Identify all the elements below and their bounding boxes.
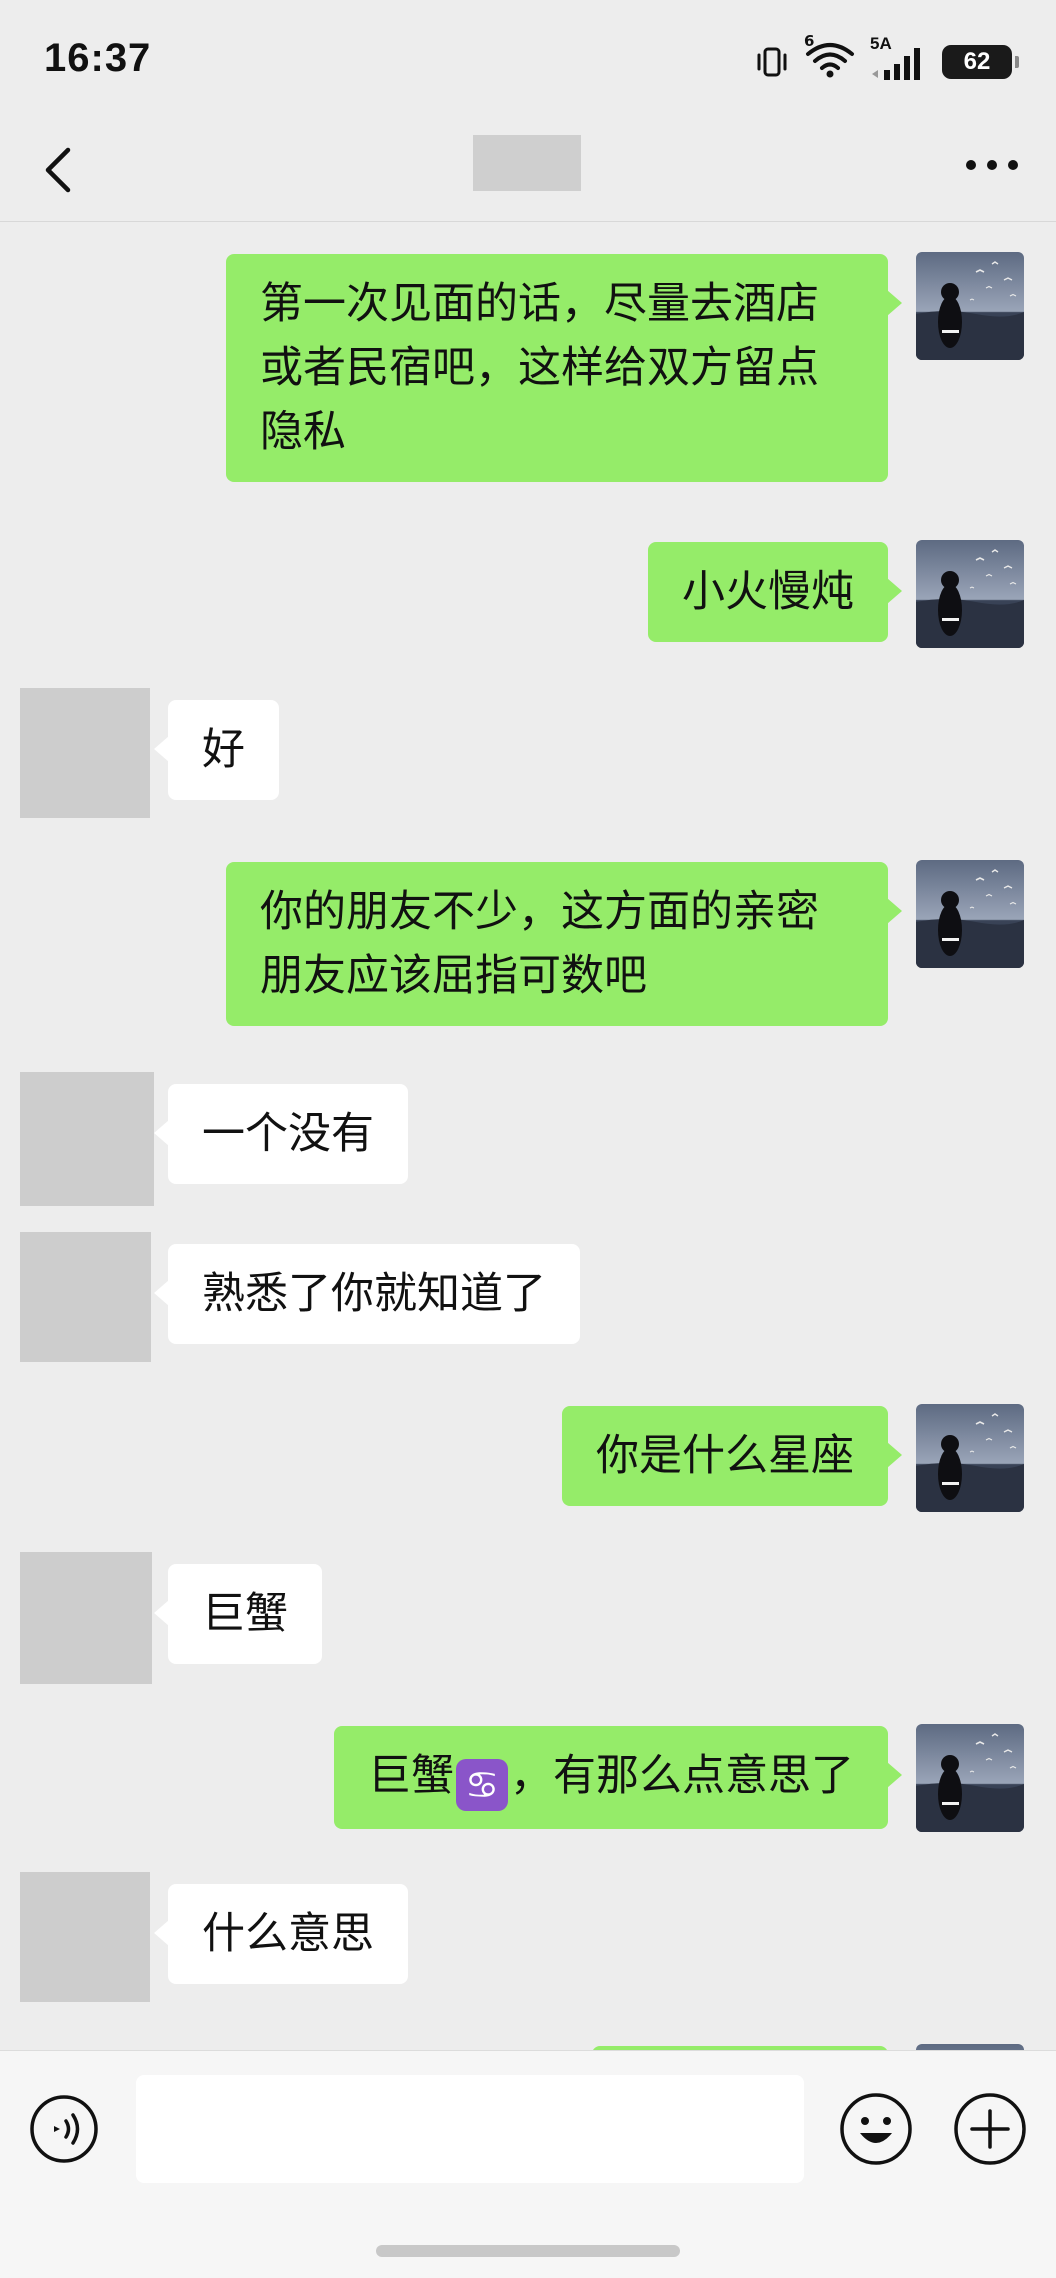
my-avatar[interactable]: [916, 252, 1024, 360]
chevron-left-icon[interactable]: [40, 142, 80, 198]
status-bar: 16:37 6 5A 62: [0, 0, 1056, 120]
battery-icon: 62: [942, 45, 1019, 79]
sent-bubble[interactable]: 巨蟹 ♋ ，有那么点意思了: [334, 1726, 902, 1829]
chat-header: [0, 120, 1056, 222]
message-row-sent: 第一次见面的话，尽量去酒店或者民宿吧，这样给双方留点隐私: [0, 252, 1056, 496]
message-text: 你的朋友不少，这方面的亲密朋友应该屈指可数吧: [260, 887, 819, 1001]
message-text: 一个没有: [202, 1109, 374, 1159]
message-row-sent: 巨蟹 ♋ ，有那么点意思了: [0, 1724, 1056, 1842]
contact-avatar-redacted[interactable]: [20, 688, 150, 818]
dot: [987, 160, 997, 170]
status-icons: 6 5A 62: [754, 32, 1019, 84]
my-avatar[interactable]: [916, 540, 1024, 648]
network-label: 5A: [870, 34, 892, 53]
my-avatar[interactable]: [916, 1724, 1024, 1832]
vibrate-icon: [757, 47, 787, 77]
message-row-sent: 你是什么星座: [0, 1404, 1056, 1522]
message-text: 你是什么星座: [596, 1431, 854, 1481]
message-text: 什么意思: [202, 1909, 374, 1959]
sent-bubble[interactable]: 你的朋友不少，这方面的亲密朋友应该屈指可数吧: [226, 862, 902, 1026]
message-list[interactable]: 第一次见面的话，尽量去酒店或者民宿吧，这样给双方留点隐私 小火慢炖 好 你的朋友…: [0, 222, 1056, 2050]
message-row-received: 熟悉了你就知道了: [0, 1232, 1056, 1362]
received-bubble[interactable]: 巨蟹: [154, 1564, 322, 1664]
message-text: 小火慢炖: [682, 567, 854, 617]
message-row-received: 一个没有: [0, 1072, 1056, 1206]
cellular-signal: 5A: [870, 34, 928, 84]
contact-avatar-redacted[interactable]: [20, 1872, 150, 2002]
received-bubble[interactable]: 熟悉了你就知道了: [154, 1244, 580, 1344]
battery-level: 62: [963, 48, 991, 75]
my-avatar[interactable]: [916, 860, 1024, 968]
received-bubble[interactable]: 好: [154, 700, 279, 800]
wifi-label: 6: [804, 32, 815, 50]
battery-tip: [1015, 56, 1019, 68]
cancer-zodiac-emoji: ♋: [456, 1759, 508, 1811]
sent-bubble[interactable]: 你是什么星座: [562, 1406, 902, 1506]
dot: [966, 160, 976, 170]
message-input[interactable]: [136, 2075, 804, 2183]
contact-avatar-redacted[interactable]: [20, 1552, 152, 1684]
message-text: 巨蟹: [368, 1751, 454, 1801]
message-text: 第一次见面的话，尽量去酒店或者民宿吧，这样给双方留点隐私: [260, 279, 819, 457]
message-row-received: 什么意思: [0, 1872, 1056, 2002]
input-bar: [0, 2050, 1056, 2278]
dot: [1008, 160, 1018, 170]
received-bubble[interactable]: 一个没有: [154, 1084, 408, 1184]
my-avatar[interactable]: [916, 1404, 1024, 1512]
received-bubble[interactable]: 什么意思: [154, 1884, 408, 1984]
contact-avatar-redacted[interactable]: [20, 1072, 154, 1206]
more-dots-icon[interactable]: [966, 158, 1018, 172]
sent-bubble[interactable]: 小火慢炖: [648, 542, 902, 642]
contact-name-redacted: [473, 135, 581, 191]
home-indicator[interactable]: [376, 2245, 680, 2257]
contact-avatar-redacted[interactable]: [20, 1232, 151, 1362]
sent-bubble[interactable]: 第一次见面的话，尽量去酒店或者民宿吧，这样给双方留点隐私: [226, 254, 902, 482]
message-row-sent: 你的朋友不少，这方面的亲密朋友应该屈指可数吧: [0, 860, 1056, 1042]
message-text: 熟悉了你就知道了: [202, 1269, 546, 1319]
message-row-received: 巨蟹: [0, 1552, 1056, 1684]
message-text: 好: [202, 725, 245, 775]
message-text: ，有那么点意思了: [510, 1751, 854, 1801]
emoji-icon[interactable]: [838, 2091, 914, 2167]
status-time: 16:37: [44, 36, 152, 80]
voice-icon[interactable]: [28, 2093, 100, 2165]
message-text: 巨蟹: [202, 1589, 288, 1639]
plus-icon[interactable]: [952, 2091, 1028, 2167]
message-row-sent: 小火慢炖: [0, 540, 1056, 658]
message-row-received: 好: [0, 688, 1056, 818]
